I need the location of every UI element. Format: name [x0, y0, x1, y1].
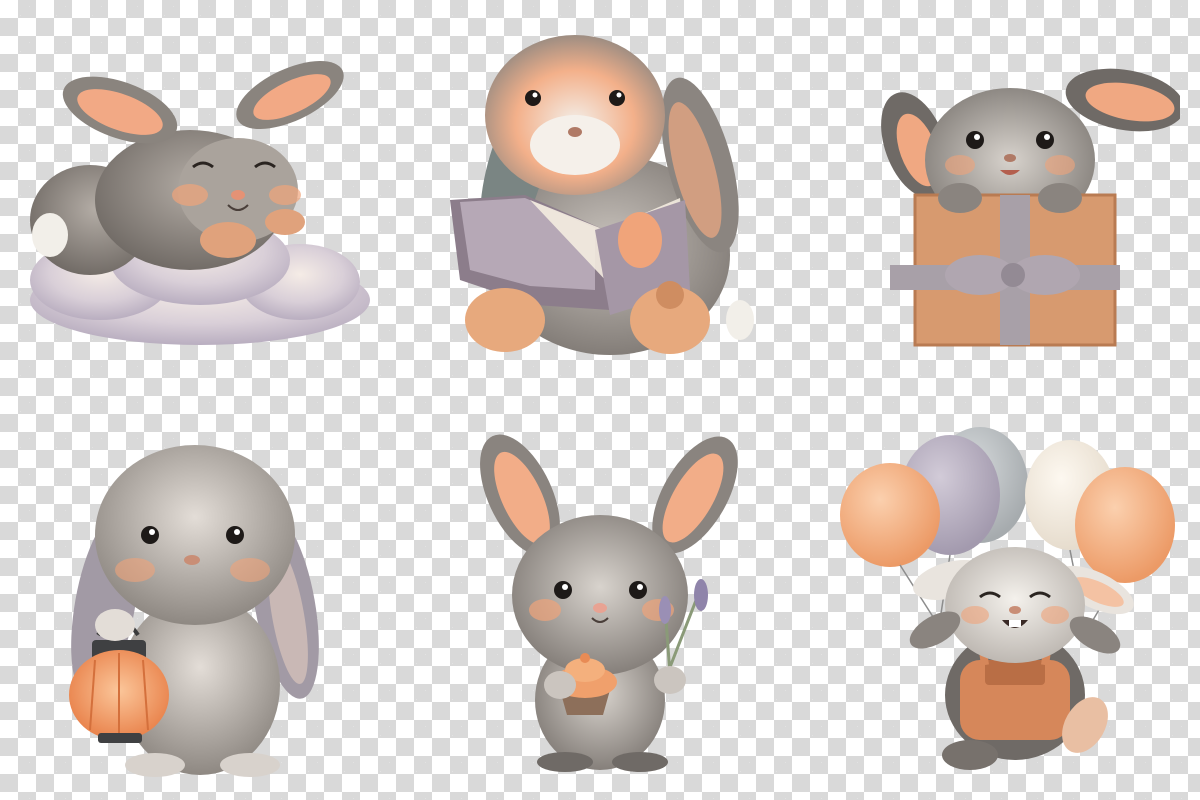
bunny-with-balloons — [840, 425, 1190, 785]
bunny-reading-book — [445, 20, 755, 360]
bunny-with-cupcake-and-lavender — [475, 430, 740, 775]
transparency-checkerboard-canvas — [0, 0, 1200, 800]
sleeping-bunny-on-cloud — [10, 50, 370, 360]
bunny — [30, 60, 344, 275]
bunny-with-lantern — [60, 435, 330, 780]
bunny-in-gift-box — [870, 40, 1180, 360]
gift-box — [890, 193, 1120, 347]
